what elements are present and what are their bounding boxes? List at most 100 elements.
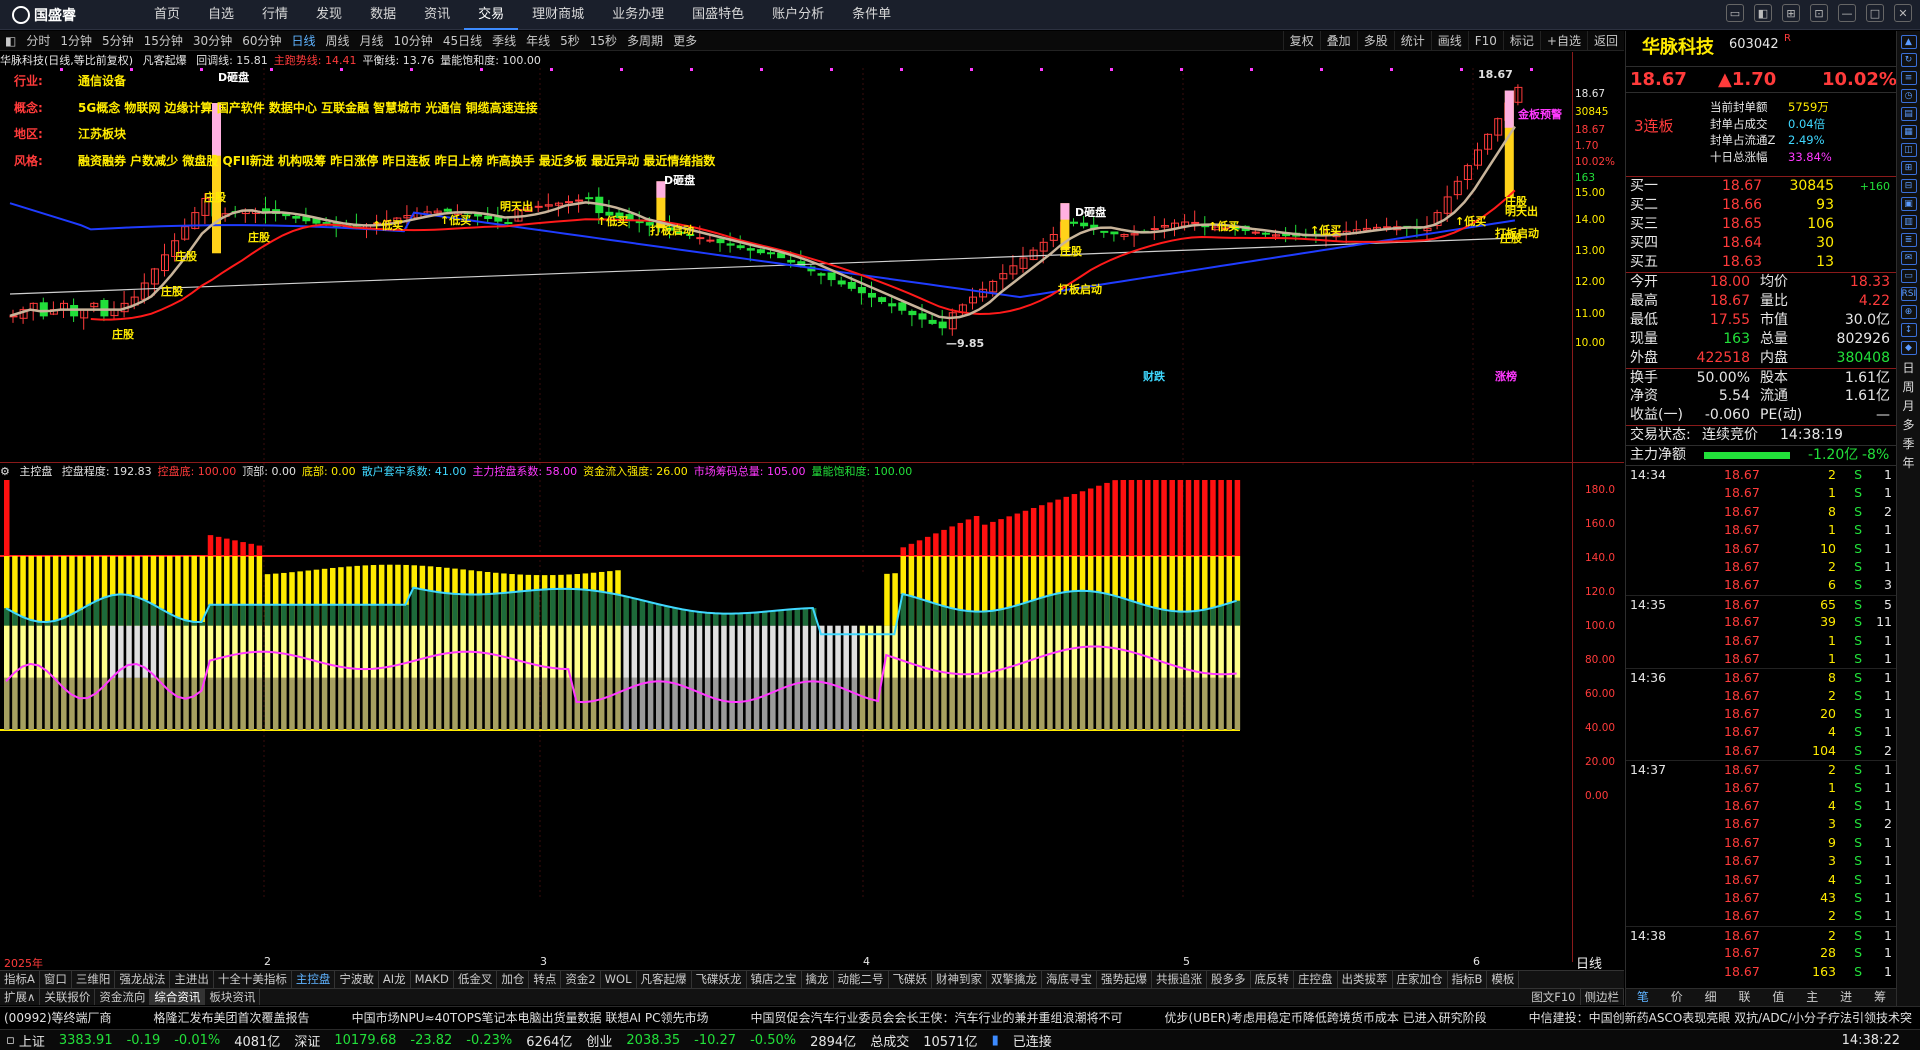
- period-7[interactable]: 周线: [321, 31, 355, 51]
- cy-name[interactable]: 创业: [586, 1031, 612, 1050]
- panel-tab-0[interactable]: 笔: [1626, 989, 1660, 1006]
- panel-tab-2[interactable]: 细: [1694, 989, 1728, 1006]
- panel-tab-1[interactable]: 价: [1660, 989, 1694, 1006]
- period-13[interactable]: 5秒: [555, 31, 585, 51]
- indicator-tab-15[interactable]: 凡客起爆: [637, 971, 692, 988]
- period-14[interactable]: 15秒: [585, 31, 622, 51]
- indicator-tab-4[interactable]: 主进出: [170, 971, 214, 988]
- side-tool-icon-6[interactable]: ◫: [1900, 143, 1917, 157]
- side-period-3[interactable]: 多: [1899, 416, 1919, 433]
- side-period-2[interactable]: 月: [1899, 397, 1919, 414]
- indicator-tab-31[interactable]: 指标B: [1448, 971, 1488, 988]
- news-item-1[interactable]: 格隆汇发布美团首次覆盖报告: [154, 1009, 310, 1026]
- top-menu-item-4[interactable]: 数据: [356, 0, 410, 30]
- indicator-tab-24[interactable]: 强势起爆: [1097, 971, 1152, 988]
- app-logo[interactable]: 国盛睿: [12, 5, 76, 25]
- window-control-icon-1[interactable]: ◧: [1754, 4, 1772, 22]
- top-menu-item-7[interactable]: 理财商城: [518, 0, 598, 30]
- top-menu-item-8[interactable]: 业务办理: [598, 0, 678, 30]
- top-menu-item-6[interactable]: 交易: [464, 0, 519, 30]
- indicator-tab-10[interactable]: 低金叉: [454, 971, 498, 988]
- indicator-tab-23[interactable]: 海底寻宝: [1042, 971, 1097, 988]
- news-item-0[interactable]: (00992)等终端厂商: [4, 1009, 112, 1026]
- window-control-icon-3[interactable]: ⊡: [1810, 4, 1828, 22]
- top-menu-item-2[interactable]: 行情: [248, 0, 302, 30]
- indicator-tab-20[interactable]: 飞碟妖: [889, 971, 932, 988]
- side-tool-icon-15[interactable]: ⊕: [1900, 305, 1917, 319]
- indicator-tab-14[interactable]: WOL: [601, 971, 637, 988]
- period-16[interactable]: 更多: [668, 31, 702, 51]
- period-4[interactable]: 30分钟: [188, 31, 237, 51]
- indicator-tab-6[interactable]: 主控盘: [292, 971, 336, 988]
- side-tool-icon-14[interactable]: RSI: [1900, 287, 1917, 301]
- stock-title[interactable]: 华脉科技(日线,等比前复权): [0, 54, 133, 67]
- side-tool-icon-0[interactable]: ▲: [1900, 35, 1917, 49]
- period-15[interactable]: 多周期: [622, 31, 668, 51]
- indicator-tab-21[interactable]: 财神到家: [932, 971, 987, 988]
- period-10[interactable]: 45日线: [438, 31, 487, 51]
- news-item-3[interactable]: 中国贸促会汽车行业委员会会长王侠：汽车行业的兼并重组浪潮将不可: [751, 1009, 1123, 1026]
- indicator-tab-0[interactable]: 指标A: [0, 971, 40, 988]
- connection-status[interactable]: 已连接: [1013, 1031, 1052, 1050]
- top-menu-item-9[interactable]: 国盛特色: [678, 0, 758, 30]
- indicator-tab-8[interactable]: AI龙: [379, 971, 411, 988]
- sub-tab-0[interactable]: 扩展∧: [0, 989, 41, 1005]
- info-value-1[interactable]: 5G概念 物联网 边缘计算 国产软件 数据中心 互联金融 智慧城市 光通信 铜缆…: [78, 101, 538, 115]
- indicator-tab-26[interactable]: 股多多: [1207, 971, 1251, 988]
- toolbar-item-4[interactable]: 画线: [1430, 31, 1468, 51]
- indicator-tab-5[interactable]: 十全十美指标: [214, 971, 292, 988]
- side-tool-icon-1[interactable]: ↻: [1900, 53, 1917, 67]
- period-5[interactable]: 60分钟: [237, 31, 286, 51]
- sh-name[interactable]: 上证: [19, 1031, 45, 1050]
- sub-tab-right-1[interactable]: 侧边栏: [1581, 989, 1624, 1005]
- panel-tab-5[interactable]: 主: [1795, 989, 1829, 1006]
- indicator-tab-16[interactable]: 飞碟妖龙: [692, 971, 747, 988]
- period-0[interactable]: 分时: [21, 31, 55, 51]
- toolbar-item-7[interactable]: +自选: [1539, 31, 1587, 51]
- indicator-title[interactable]: 主控盘: [19, 465, 52, 478]
- side-tool-icon-7[interactable]: ⊞: [1900, 161, 1917, 175]
- indicator-tab-17[interactable]: 镇店之宝: [747, 971, 802, 988]
- stock-name[interactable]: 华脉科技: [1642, 33, 1714, 59]
- period-1[interactable]: 1分钟: [55, 31, 97, 51]
- panel-tab-4[interactable]: 值: [1762, 989, 1796, 1006]
- indicator-tab-1[interactable]: 窗口: [40, 971, 72, 988]
- sub-tab-2[interactable]: 资金流向: [95, 989, 151, 1005]
- side-period-5[interactable]: 年: [1899, 454, 1919, 471]
- side-tool-icon-10[interactable]: ▥: [1900, 215, 1917, 229]
- sub-tab-4[interactable]: 板块资讯: [205, 989, 261, 1005]
- side-tool-icon-16[interactable]: ↕: [1900, 323, 1917, 337]
- indicator-tab-32[interactable]: 模板: [1487, 971, 1520, 988]
- window-control-icon-2[interactable]: ⊞: [1782, 4, 1800, 22]
- period-12[interactable]: 年线: [521, 31, 555, 51]
- window-control-icon-0[interactable]: ▭: [1726, 4, 1744, 22]
- window-control-icon-4[interactable]: —: [1838, 4, 1856, 22]
- indicator-tab-29[interactable]: 出类拔萃: [1338, 971, 1393, 988]
- period-6[interactable]: 日线: [286, 31, 320, 51]
- side-period-0[interactable]: 日: [1899, 359, 1919, 376]
- toolbar-item-8[interactable]: 返回: [1586, 31, 1624, 51]
- top-menu-item-10[interactable]: 账户分析: [758, 0, 838, 30]
- top-menu-item-3[interactable]: 发现: [302, 0, 356, 30]
- side-tool-icon-12[interactable]: ✉: [1900, 251, 1917, 265]
- period-8[interactable]: 月线: [355, 31, 389, 51]
- panel-tab-6[interactable]: 进: [1829, 989, 1863, 1006]
- side-period-4[interactable]: 季: [1899, 435, 1919, 452]
- indicator-tab-9[interactable]: MAKD: [411, 971, 454, 988]
- indicator-tab-2[interactable]: 三维阳: [72, 971, 116, 988]
- buy-row-4[interactable]: 买五 18.63 13: [1626, 253, 1896, 272]
- top-menu-item-5[interactable]: 资讯: [410, 0, 464, 30]
- side-tool-icon-8[interactable]: ⊟: [1900, 179, 1917, 193]
- buy-row-2[interactable]: 买三 18.65 106: [1626, 215, 1896, 234]
- period-3[interactable]: 15分钟: [139, 31, 188, 51]
- top-menu-item-0[interactable]: 首页: [140, 0, 194, 30]
- news-item-5[interactable]: 中信建投：中国创新药ASCO表现亮眼 双抗/ADC/小分子疗法引领技术突: [1529, 1009, 1912, 1026]
- sub-tab-right-0[interactable]: 图文F10: [1527, 989, 1581, 1005]
- tick-list[interactable]: 14:34 18.67 2 S 1 18.67 1 S 1 18.67 8 S 2 18.67 1 S 1 18.…: [1626, 466, 1896, 981]
- main-net-label[interactable]: 主力净额: [1630, 446, 1686, 465]
- side-tool-icon-3[interactable]: ◷: [1900, 89, 1917, 103]
- toolbar-item-5[interactable]: F10: [1467, 31, 1503, 51]
- indicator-chart[interactable]: [0, 480, 1572, 900]
- indicator-tab-22[interactable]: 双擎擒龙: [987, 971, 1042, 988]
- buy-row-3[interactable]: 买四 18.64 30: [1626, 234, 1896, 253]
